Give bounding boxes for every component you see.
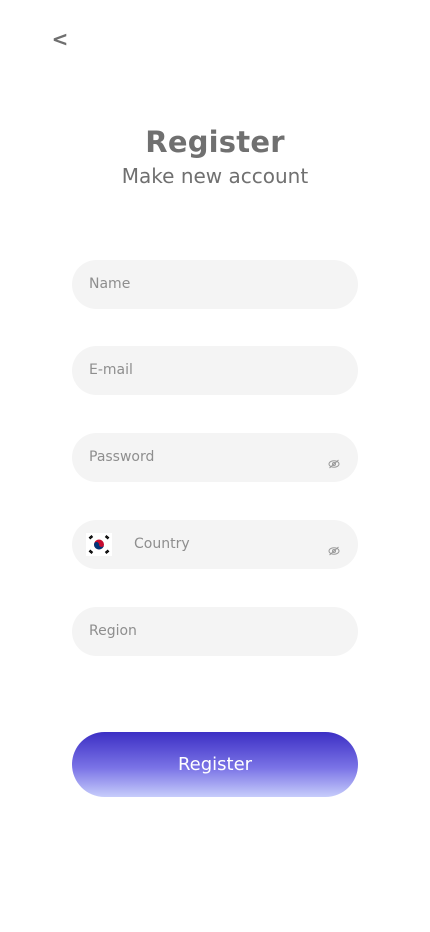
name-field-placeholder: Name	[89, 276, 131, 292]
back-button[interactable]: <	[50, 26, 70, 52]
south-korea-flag-icon[interactable]	[86, 533, 112, 556]
email-field[interactable]: E-mail	[72, 346, 358, 395]
region-field[interactable]: Region	[72, 607, 358, 656]
password-field-placeholder: Password	[89, 449, 155, 465]
password-field[interactable]: Password	[72, 433, 358, 482]
email-field-placeholder: E-mail	[89, 362, 133, 378]
eye-off-icon[interactable]	[328, 541, 340, 556]
page-subtitle: Make new account	[121, 164, 309, 188]
name-field[interactable]: Name	[72, 260, 358, 309]
register-button[interactable]: Register	[72, 732, 358, 797]
country-field[interactable]: Country	[72, 520, 358, 569]
page-title: Register	[145, 125, 285, 159]
eye-off-icon[interactable]	[328, 454, 340, 469]
country-field-placeholder: Country	[134, 536, 190, 552]
region-field-placeholder: Region	[89, 623, 137, 639]
